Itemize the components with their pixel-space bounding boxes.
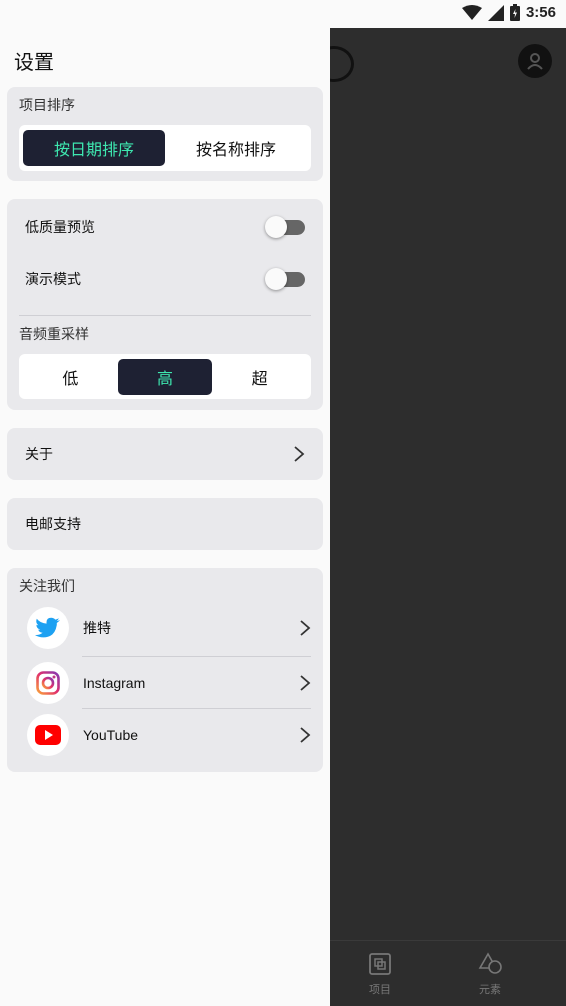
instagram-label: Instagram xyxy=(83,675,146,691)
low-quality-preview-label: 低质量预览 xyxy=(25,220,95,236)
background-app[interactable]: 项目 元素 xyxy=(330,28,566,1006)
battery-icon xyxy=(509,4,520,21)
demo-mode-toggle[interactable] xyxy=(265,267,305,291)
app-logo-icon xyxy=(330,44,360,84)
chevron-right-icon xyxy=(300,675,311,691)
signal-icon xyxy=(487,4,504,21)
audio-resample-label: 音频重采样 xyxy=(19,327,89,343)
tab-projects[interactable]: 项目 xyxy=(350,951,410,997)
sort-label: 项目排序 xyxy=(19,98,75,114)
preview-settings-card: 低质量预览 演示模式 音频重采样 低 高 超 xyxy=(7,199,323,410)
elements-icon xyxy=(478,952,502,974)
chevron-right-icon xyxy=(294,446,305,462)
tab-elements[interactable]: 元素 xyxy=(460,951,520,997)
tab-elements-label: 元素 xyxy=(479,983,501,996)
follow-us-card: 关注我们 推特 Instagram YouTube xyxy=(7,568,323,772)
email-support-label: 电邮支持 xyxy=(25,517,81,533)
sort-by-date-button[interactable]: 按日期排序 xyxy=(23,130,165,166)
email-support-card[interactable]: 电邮支持 xyxy=(7,498,323,550)
twitter-label: 推特 xyxy=(83,621,111,637)
youtube-icon xyxy=(27,714,69,756)
twitter-icon xyxy=(27,607,69,649)
about-card[interactable]: 关于 xyxy=(7,428,323,480)
bottom-nav: 项目 元素 xyxy=(330,940,566,1006)
youtube-row[interactable]: YouTube xyxy=(7,709,323,761)
youtube-label: YouTube xyxy=(83,727,139,743)
resample-low-button[interactable]: 低 xyxy=(23,359,118,395)
email-support-row[interactable]: 电邮支持 xyxy=(7,498,323,550)
instagram-icon xyxy=(27,662,69,704)
wifi-icon xyxy=(461,4,482,20)
sort-by-name-button[interactable]: 按名称排序 xyxy=(165,130,307,166)
resample-ultra-button[interactable]: 超 xyxy=(212,359,307,395)
sort-segmented-control: 按日期排序 按名称排序 xyxy=(19,125,311,171)
clock: 3:56 xyxy=(525,4,556,21)
low-quality-preview-toggle[interactable] xyxy=(265,215,305,239)
projects-icon xyxy=(369,953,391,975)
divider xyxy=(19,315,311,316)
follow-us-label: 关注我们 xyxy=(19,579,75,595)
twitter-row[interactable]: 推特 xyxy=(7,602,323,654)
demo-mode-row[interactable]: 演示模式 xyxy=(7,253,323,305)
demo-mode-label: 演示模式 xyxy=(25,272,81,288)
account-avatar-icon[interactable] xyxy=(518,44,552,78)
about-label: 关于 xyxy=(25,447,53,463)
chevron-right-icon xyxy=(300,727,311,743)
settings-drawer: 设置 项目排序 按日期排序 按名称排序 低质量预览 演示模式 音频重采样 低 高… xyxy=(0,28,330,1006)
about-row[interactable]: 关于 xyxy=(7,428,323,480)
resample-segmented-control: 低 高 超 xyxy=(19,354,311,399)
sort-card: 项目排序 按日期排序 按名称排序 xyxy=(7,87,323,181)
chevron-right-icon xyxy=(300,620,311,636)
low-quality-preview-row[interactable]: 低质量预览 xyxy=(7,201,323,253)
tab-projects-label: 项目 xyxy=(369,983,391,996)
instagram-row[interactable]: Instagram xyxy=(7,657,323,709)
status-bar: 3:56 xyxy=(0,0,566,28)
resample-high-button[interactable]: 高 xyxy=(117,358,213,395)
page-title: 设置 xyxy=(14,50,54,74)
